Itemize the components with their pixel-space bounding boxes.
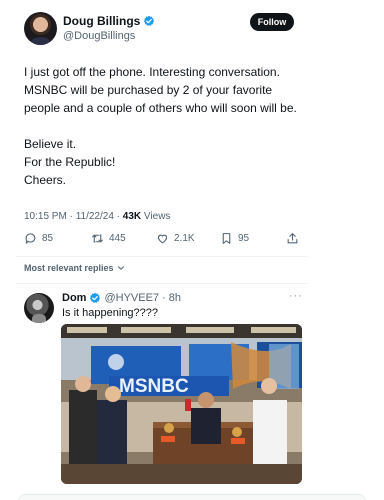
tweet-meta: 10:15 PM · 11/22/24 · 43K Views	[24, 211, 171, 222]
tweet-time[interactable]: 10:15 PM	[24, 211, 67, 222]
author-name-row[interactable]: Doug Billings	[63, 14, 155, 28]
reply-icon	[25, 233, 36, 244]
tweet-line: Believe it.	[24, 137, 77, 151]
studio-photo-graphic: MSNBC	[61, 324, 302, 484]
reply-avatar[interactable]	[24, 293, 54, 323]
reply-age[interactable]: 8h	[169, 292, 181, 304]
bookmark-count: 95	[238, 233, 250, 244]
divider	[16, 283, 308, 284]
tweet-date[interactable]: 11/22/24	[76, 211, 114, 222]
reply-header: Dom @HYVEE7 · 8h	[62, 292, 181, 304]
reply-photo[interactable]: MSNBC	[61, 324, 302, 484]
like-button[interactable]: 2.1K	[156, 232, 195, 245]
bookmark-icon	[222, 233, 231, 244]
repost-icon	[92, 234, 103, 243]
tweet-line: For the Republic!	[24, 155, 116, 169]
reply-count: 85	[42, 233, 54, 244]
msnbc-sign: MSNBC	[119, 376, 189, 397]
reply-text: Is it happening????	[62, 307, 159, 319]
tweet-line: I just got off the phone. Interesting co…	[24, 65, 297, 115]
divider	[16, 256, 308, 257]
reply-composer-bar[interactable]	[18, 494, 366, 500]
verified-badge-icon	[144, 15, 155, 26]
author-avatar[interactable]	[24, 12, 57, 45]
action-bar: 85 445 2.1K 95	[24, 232, 300, 248]
reply-author-handle[interactable]: @HYVEE7	[104, 292, 159, 304]
repost-button[interactable]: 445	[91, 232, 126, 245]
sort-replies-dropdown[interactable]: Most relevant replies	[24, 263, 126, 273]
chevron-down-icon	[117, 266, 124, 270]
share-button[interactable]	[286, 232, 299, 245]
author-handle[interactable]: @DougBillings	[63, 30, 135, 42]
reply-button[interactable]: 85	[24, 232, 53, 245]
author-name[interactable]: Doug Billings	[63, 14, 140, 28]
more-icon[interactable]: ···	[289, 290, 303, 302]
views-label: Views	[143, 211, 171, 222]
sort-label: Most relevant replies	[24, 263, 114, 273]
bookmark-button[interactable]: 95	[220, 232, 249, 245]
follow-button[interactable]: Follow	[250, 13, 294, 31]
repost-count: 445	[109, 233, 126, 244]
verified-badge-icon	[90, 292, 101, 303]
reply-author-name[interactable]: Dom	[62, 292, 86, 304]
tweet-line: Cheers.	[24, 173, 67, 187]
views-count: 43K	[122, 211, 142, 222]
tweet-body: I just got off the phone. Interesting co…	[24, 63, 299, 189]
share-icon	[287, 233, 298, 244]
like-count: 2.1K	[174, 233, 195, 244]
like-icon	[157, 234, 168, 244]
